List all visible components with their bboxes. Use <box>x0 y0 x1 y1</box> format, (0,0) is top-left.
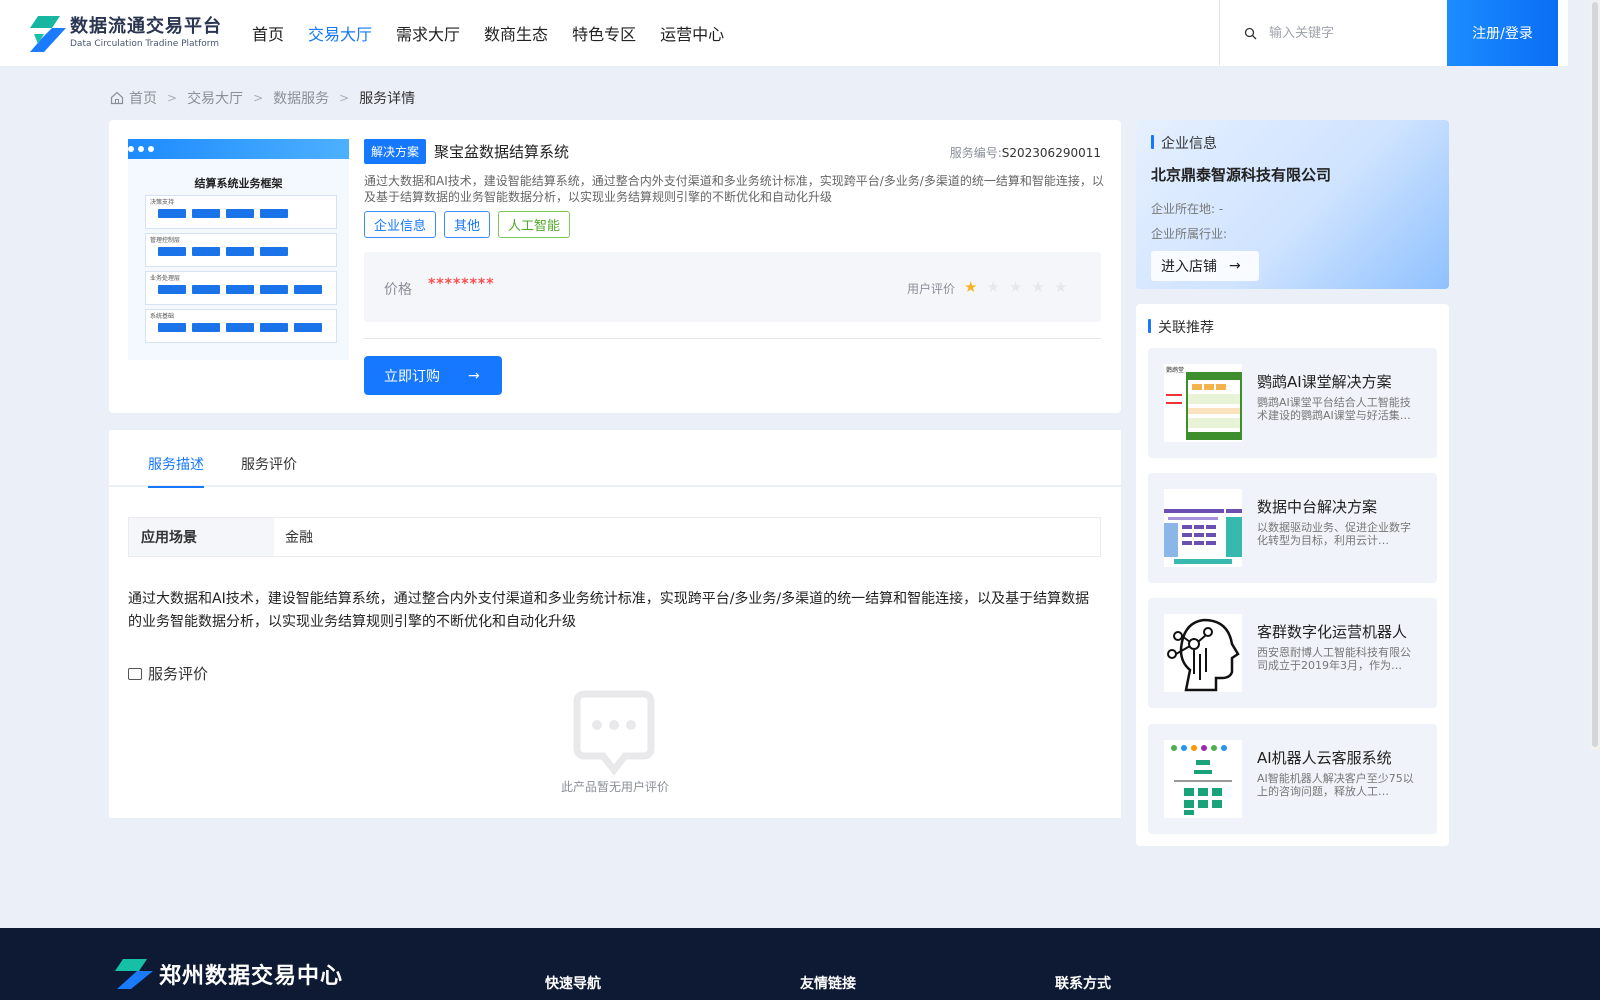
detail-tabs: 服务描述 服务评价 <box>109 430 1121 488</box>
empty-comment-icon <box>573 690 655 776</box>
recommend-title: 数据中台解决方案 <box>1257 498 1378 516</box>
review-section-header: 服务评价 <box>128 663 208 684</box>
logo-title: 数据流通交易平台 <box>70 16 222 37</box>
related-recommend-card: 关联推荐 鹦鹉堂 鹦鹉AI课堂解决方案 鹦鹉AI课堂平台结合人工智能技术建设的鹦… <box>1136 304 1449 846</box>
footer-contact[interactable]: 联系方式 <box>1055 973 1111 993</box>
company-industry: 企业所属行业: <box>1151 227 1228 241</box>
product-description: 通过大数据和AI技术，建设智能结算系统，通过整合内外支付渠道和多业务统计标准，实… <box>364 174 1104 204</box>
footer-title: 郑州数据交易中心 <box>159 964 344 989</box>
search-box <box>1219 0 1447 66</box>
nav-home[interactable]: 首页 <box>252 21 284 45</box>
nav-ecosystem[interactable]: 数商生态 <box>484 21 548 45</box>
recommend-desc: AI智能机器人解决客户至少75以上的咨询问题，释放人工… <box>1257 772 1414 798</box>
divider <box>364 338 1101 339</box>
order-now-button[interactable]: 立即订购 → <box>364 356 502 395</box>
main-nav: 首页 交易大厅 需求大厅 数商生态 特色专区 运营中心 <box>252 21 748 45</box>
enter-store-button[interactable]: 进入店铺 → <box>1151 251 1259 281</box>
price-value: ******** <box>428 276 495 292</box>
recommend-thumbnail <box>1164 614 1242 692</box>
star-icon: ★ <box>964 278 978 296</box>
arrow-right-icon: → <box>1229 258 1241 274</box>
product-tags: 企业信息 其他 人工智能 <box>364 211 571 238</box>
page-scrollbar[interactable] <box>1590 0 1600 750</box>
platform-logo[interactable]: 数据流通交易平台 Data Circulation Tradine Platfo… <box>30 14 230 52</box>
empty-review-text: 此产品暂无用户评价 <box>560 780 669 794</box>
service-detail-card: 服务描述 服务评价 应用场景 金融 通过大数据和AI技术，建设智能结算系统，通过… <box>109 430 1121 818</box>
product-image-title: 结算系统业务框架 <box>194 177 283 190</box>
company-location: 企业所在地: - <box>1151 202 1224 216</box>
page-footer: 郑州数据交易中心 快速导航 友情链接 联系方式 <box>0 928 1600 1000</box>
nav-special-zone[interactable]: 特色专区 <box>572 21 636 45</box>
star-icon: ★ <box>1053 278 1068 296</box>
full-description: 通过大数据和AI技术，建设智能结算系统，通过整合内外支付渠道和多业务统计标准，实… <box>128 591 1090 630</box>
nav-trading-hall[interactable]: 交易大厅 <box>308 21 372 45</box>
service-number: 服务编号:S202306290011 <box>949 146 1101 160</box>
recommend-title: 客群数字化运营机器人 <box>1257 623 1408 641</box>
star-icon: ★ <box>986 278 1000 296</box>
tag-ai[interactable]: 人工智能 <box>498 211 571 238</box>
recommend-section-title: 关联推荐 <box>1148 317 1214 337</box>
scene-table: 应用场景 金融 <box>128 517 1101 557</box>
nav-demand-hall[interactable]: 需求大厅 <box>396 21 460 45</box>
company-name: 北京鼎泰智源科技有限公司 <box>1151 166 1332 184</box>
breadcrumb-home[interactable]: 首页 <box>129 88 157 108</box>
comment-icon <box>128 667 142 680</box>
product-title: 聚宝盆数据结算系统 <box>434 143 570 161</box>
rating-stars: ★ ★ ★ ★ ★ <box>964 278 1067 296</box>
footer-friend-links[interactable]: 友情链接 <box>800 973 856 993</box>
tag-other[interactable]: 其他 <box>444 211 491 238</box>
price-box: 价格 ******** 用户评价 ★ ★ ★ ★ ★ <box>364 252 1101 322</box>
recommend-item[interactable]: AI机器人云客服系统 AI智能机器人解决客户至少75以上的咨询问题，释放人工… <box>1148 724 1437 834</box>
tag-enterprise-info[interactable]: 企业信息 <box>364 211 437 238</box>
nav-operation-center[interactable]: 运营中心 <box>660 21 724 45</box>
home-icon <box>110 91 124 105</box>
price-label: 价格 <box>384 282 412 298</box>
recommend-thumbnail <box>1164 740 1242 818</box>
type-tag: 解决方案 <box>364 139 427 164</box>
breadcrumb-data-service[interactable]: 数据服务 <box>273 88 329 108</box>
recommend-item[interactable]: 数据中台解决方案 以数据驱动业务、促进企业数字化转型为目标，利用云计… <box>1148 473 1437 583</box>
scrollbar-thumb[interactable] <box>1592 2 1598 747</box>
breadcrumb-trading-hall[interactable]: 交易大厅 <box>187 88 243 108</box>
recommend-desc: 鹦鹉AI课堂平台结合人工智能技术建设的鹦鹉AI课堂与好活集… <box>1257 396 1411 422</box>
top-header: 数据流通交易平台 Data Circulation Tradine Platfo… <box>0 0 1568 66</box>
recommend-item[interactable]: 客群数字化运营机器人 西安恩耐博人工智能科技有限公司成立于2019年3月，作为… <box>1148 598 1437 708</box>
tab-service-review[interactable]: 服务评价 <box>241 454 297 474</box>
star-icon: ★ <box>1008 278 1023 296</box>
footer-logo-icon <box>115 959 153 989</box>
recommend-desc: 以数据驱动业务、促进企业数字化转型为目标，利用云计… <box>1257 521 1411 547</box>
recommend-thumbnail <box>1164 489 1242 567</box>
recommend-title: AI机器人云客服系统 <box>1257 749 1392 767</box>
scene-key: 应用场景 <box>129 518 274 556</box>
scene-value: 金融 <box>285 530 313 546</box>
chevron-right-icon: > <box>167 91 178 105</box>
svg-text:鹦鹉堂: 鹦鹉堂 <box>1166 366 1184 374</box>
logo-mark-icon <box>30 14 66 52</box>
company-section-title: 企业信息 <box>1151 133 1217 153</box>
search-input[interactable] <box>1269 25 1429 41</box>
chevron-right-icon: > <box>253 91 264 105</box>
rating-label: 用户评价 <box>907 282 956 296</box>
company-info-card: 企业信息 北京鼎泰智源科技有限公司 企业所在地: - 企业所属行业: 进入店铺 … <box>1136 120 1449 289</box>
arrow-right-icon: → <box>468 367 480 384</box>
star-icon: ★ <box>1031 278 1045 296</box>
recommend-thumbnail: 鹦鹉堂 <box>1164 364 1242 442</box>
recommend-title: 鹦鹉AI课堂解决方案 <box>1257 373 1392 391</box>
breadcrumb-current: 服务详情 <box>359 91 416 107</box>
product-image: 结算系统业务框架 决策支持 管理控制层 业务处理层 系统基础 <box>128 139 349 360</box>
recommend-desc: 西安恩耐博人工智能科技有限公司成立于2019年3月，作为… <box>1257 646 1411 672</box>
logo-subtitle: Data Circulation Tradine Platform <box>70 39 220 49</box>
chevron-right-icon: > <box>339 91 350 105</box>
footer-quick-nav[interactable]: 快速导航 <box>545 973 601 993</box>
tab-service-description[interactable]: 服务描述 <box>148 454 204 488</box>
search-icon[interactable] <box>1244 27 1257 40</box>
footer-logo: 郑州数据交易中心 <box>113 958 343 990</box>
recommend-item[interactable]: 鹦鹉堂 鹦鹉AI课堂解决方案 鹦鹉AI课堂平台结合人工智能技术建设的鹦鹉AI课堂… <box>1148 348 1437 458</box>
product-summary-card: 结算系统业务框架 决策支持 管理控制层 业务处理层 系统基础 解决方案 聚宝盆数… <box>109 120 1121 413</box>
breadcrumb: 首页 > 交易大厅 > 数据服务 > 服务详情 <box>110 88 415 108</box>
register-login-button[interactable]: 注册/登录 <box>1447 0 1558 66</box>
